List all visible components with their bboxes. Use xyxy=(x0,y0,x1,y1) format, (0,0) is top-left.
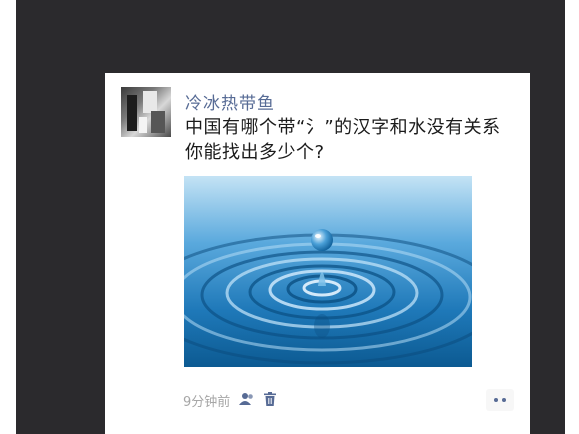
post-text-line-1: 中国有哪个带“氵”的汉字和水没有关系 xyxy=(185,117,501,138)
post-meta: 9分钟前 xyxy=(183,390,277,410)
trash-icon[interactable] xyxy=(264,391,277,410)
screen-left-edge xyxy=(0,0,16,434)
post-image[interactable] xyxy=(184,176,472,367)
post-username[interactable]: 冷冰热带鱼 xyxy=(185,89,275,114)
friends-visible-icon[interactable] xyxy=(239,391,255,410)
post-time: 9分钟前 xyxy=(183,394,231,410)
post-text: 中国有哪个带“氵”的汉字和水没有关系 你能找出多少个? xyxy=(185,115,515,165)
screen-right-edge xyxy=(565,0,579,434)
moments-post-card: 冷冰热带鱼 中国有哪个带“氵”的汉字和水没有关系 你能找出多少个? 9分钟前 xyxy=(105,73,530,434)
post-text-line-2: 你能找出多少个? xyxy=(185,142,325,163)
avatar[interactable] xyxy=(121,87,171,137)
more-options-icon[interactable] xyxy=(486,389,514,411)
